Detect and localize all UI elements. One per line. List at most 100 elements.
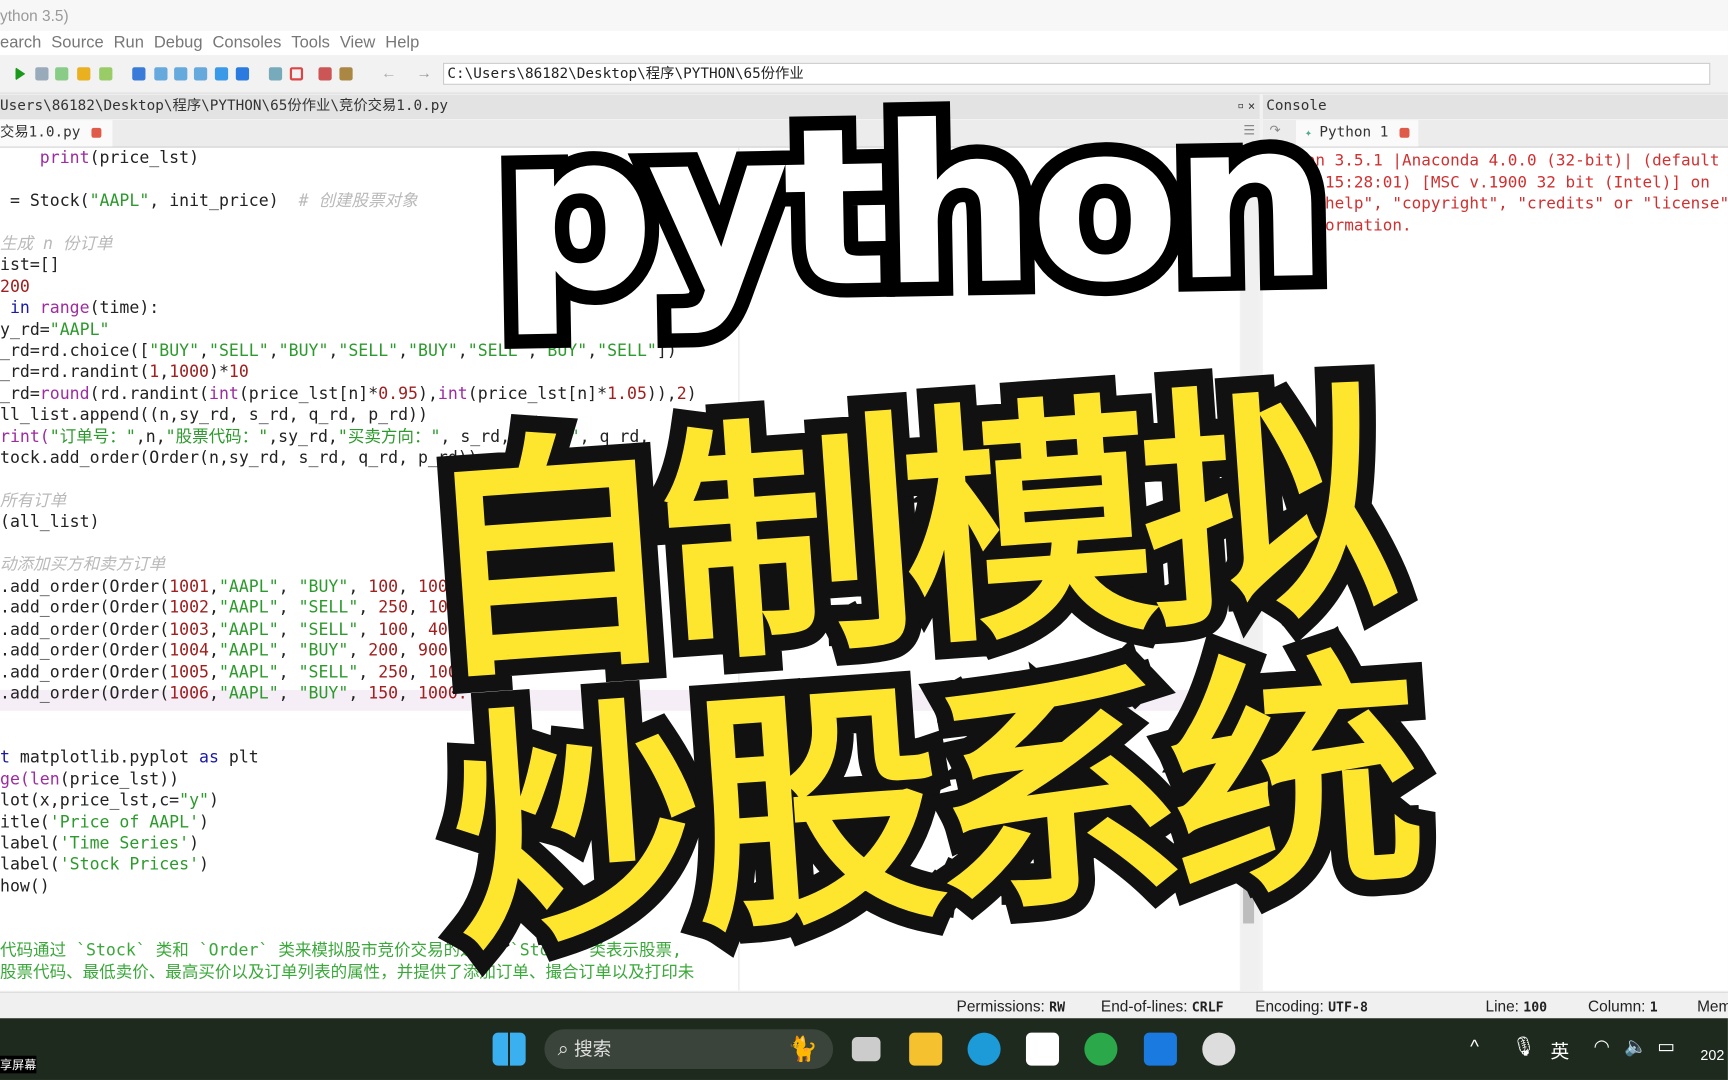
- code-token: ,: [278, 618, 299, 639]
- ime-indicator[interactable]: 英: [1551, 1036, 1570, 1064]
- code-token: ,: [398, 683, 419, 704]
- menu-debug[interactable]: Debug: [154, 33, 203, 52]
- code-token: ,: [348, 683, 369, 704]
- menu-source[interactable]: Source: [51, 33, 103, 52]
- debug-icon[interactable]: [132, 67, 146, 81]
- continue-icon[interactable]: [214, 67, 229, 81]
- windows-start-icon[interactable]: [492, 1032, 526, 1066]
- code-token: ,: [328, 340, 339, 361]
- code-token: ll_list.append((n,sy_rd, s_rd, q_rd, p_r…: [0, 404, 428, 425]
- column-value: 1: [1649, 999, 1658, 1015]
- file-explorer-icon[interactable]: [909, 1032, 943, 1066]
- app-icon[interactable]: [1143, 1032, 1177, 1066]
- code-token: ,: [199, 340, 210, 361]
- menu-consoles[interactable]: Consoles: [212, 33, 281, 52]
- overlay-title-python: python: [482, 58, 1339, 356]
- code-token: ,n,: [135, 426, 166, 446]
- code-token: "订单号：": [49, 426, 136, 446]
- window-title: ython 3.5): [0, 0, 1728, 31]
- maximize-pane-icon[interactable]: [268, 67, 283, 81]
- code-token: label(: [0, 833, 60, 853]
- permissions-label: Permissions:: [956, 997, 1045, 1015]
- taskbar-search[interactable]: ⌕ 搜索 🐈: [544, 1029, 834, 1069]
- back-icon[interactable]: ←: [381, 64, 396, 82]
- encoding-status: Encoding: UTF-8: [1255, 993, 1368, 1021]
- eol-label: End-of-lines:: [1100, 997, 1188, 1015]
- show-hidden-icons[interactable]: ^: [1470, 1036, 1479, 1058]
- code-token: )*: [209, 361, 229, 382]
- code-token: print: [39, 147, 90, 168]
- menu-view[interactable]: View: [340, 33, 376, 52]
- menu-run[interactable]: Run: [114, 33, 144, 52]
- code-token: ,: [278, 661, 299, 682]
- run-file-icon[interactable]: [35, 67, 49, 81]
- code-token: ,: [358, 661, 379, 682]
- code-token: 100: [368, 576, 399, 596]
- code-token: 200: [0, 276, 30, 297]
- microphone-icon[interactable]: 🎙: [1512, 1036, 1536, 1058]
- code-token: .add_order(Order(: [0, 597, 170, 618]
- code-token: ,: [398, 640, 419, 661]
- wifi-icon[interactable]: ◠: [1593, 1036, 1609, 1058]
- code-token: ): [199, 854, 210, 875]
- microsoft-store-icon[interactable]: [1025, 1032, 1060, 1066]
- code-token: itle(: [0, 811, 50, 832]
- spider-app-icon[interactable]: [1202, 1032, 1236, 1066]
- code-token: 1006: [169, 683, 210, 704]
- status-bar: Permissions: RW End-of-lines: CRLF Encod…: [0, 991, 1728, 1021]
- console-tab-label: Python 1: [1319, 124, 1389, 142]
- fullscreen-icon[interactable]: [289, 67, 304, 81]
- forward-icon[interactable]: →: [417, 64, 432, 82]
- code-token: ,: [278, 640, 299, 661]
- menu-help[interactable]: Help: [385, 33, 419, 52]
- code-token: t: [0, 747, 10, 768]
- code-token: 'Time Series': [59, 833, 190, 853]
- run-selection-icon[interactable]: [77, 67, 91, 81]
- code-token: "AAPL": [89, 190, 150, 211]
- step-icon[interactable]: [154, 67, 168, 81]
- code-token: 动添加买方和卖方订单: [0, 554, 166, 575]
- close-console-icon[interactable]: [1399, 127, 1410, 138]
- code-token: ,: [408, 661, 428, 682]
- menu-tools[interactable]: Tools: [291, 33, 330, 52]
- code-token: "BUY": [298, 576, 349, 596]
- code-token: "BUY": [298, 683, 349, 704]
- code-token: (rd.randint(: [89, 383, 210, 404]
- browser-e-icon[interactable]: [1084, 1032, 1118, 1066]
- edge-browser-icon[interactable]: [967, 1032, 1001, 1066]
- run-icon[interactable]: [15, 67, 26, 81]
- encoding-label: Encoding:: [1255, 997, 1324, 1015]
- preferences-icon[interactable]: [318, 67, 332, 81]
- code-token: 1003: [169, 618, 210, 639]
- memory-status: Mem: [1697, 997, 1728, 1015]
- code-token: _rd=rd.randint(: [0, 361, 150, 382]
- code-token: lot(x,price_lst,c=: [0, 790, 180, 811]
- code-token: ,: [358, 618, 379, 639]
- volume-icon[interactable]: 🔈: [1624, 1036, 1647, 1058]
- code-token: 1004: [169, 640, 210, 661]
- pythonpath-icon[interactable]: [339, 67, 353, 81]
- code-token: ,: [209, 576, 219, 596]
- step-into-icon[interactable]: [174, 67, 188, 81]
- menu-earch[interactable]: earch: [0, 33, 41, 52]
- taskbar: ⌕ 搜索 🐈 ^ 🎙 英 ◠ 🔈 ▭ 202: [0, 1018, 1728, 1080]
- run-advance-icon[interactable]: [99, 67, 113, 81]
- code-token: .add_order(Order(: [0, 683, 170, 704]
- permissions-value: RW: [1049, 999, 1066, 1015]
- stop-icon[interactable]: [235, 67, 250, 81]
- code-token: how(): [0, 875, 50, 896]
- code-token: "AAPL": [218, 576, 279, 596]
- code-token: len: [29, 768, 60, 789]
- close-tab-icon[interactable]: [91, 127, 102, 138]
- clock[interactable]: 202: [1700, 1047, 1724, 1064]
- code-token: "BUY": [298, 640, 349, 661]
- code-token: ,: [278, 597, 299, 618]
- code-token: "BUY": [278, 340, 329, 361]
- task-view-icon[interactable]: [851, 1036, 881, 1062]
- code-token: = Stock(: [0, 190, 90, 211]
- file-tab[interactable]: 交易1.0.py: [0, 120, 113, 147]
- code-token: 100: [378, 618, 409, 639]
- run-cell-icon[interactable]: [55, 67, 69, 81]
- step-out-icon[interactable]: [193, 67, 208, 81]
- battery-icon[interactable]: ▭: [1657, 1036, 1675, 1058]
